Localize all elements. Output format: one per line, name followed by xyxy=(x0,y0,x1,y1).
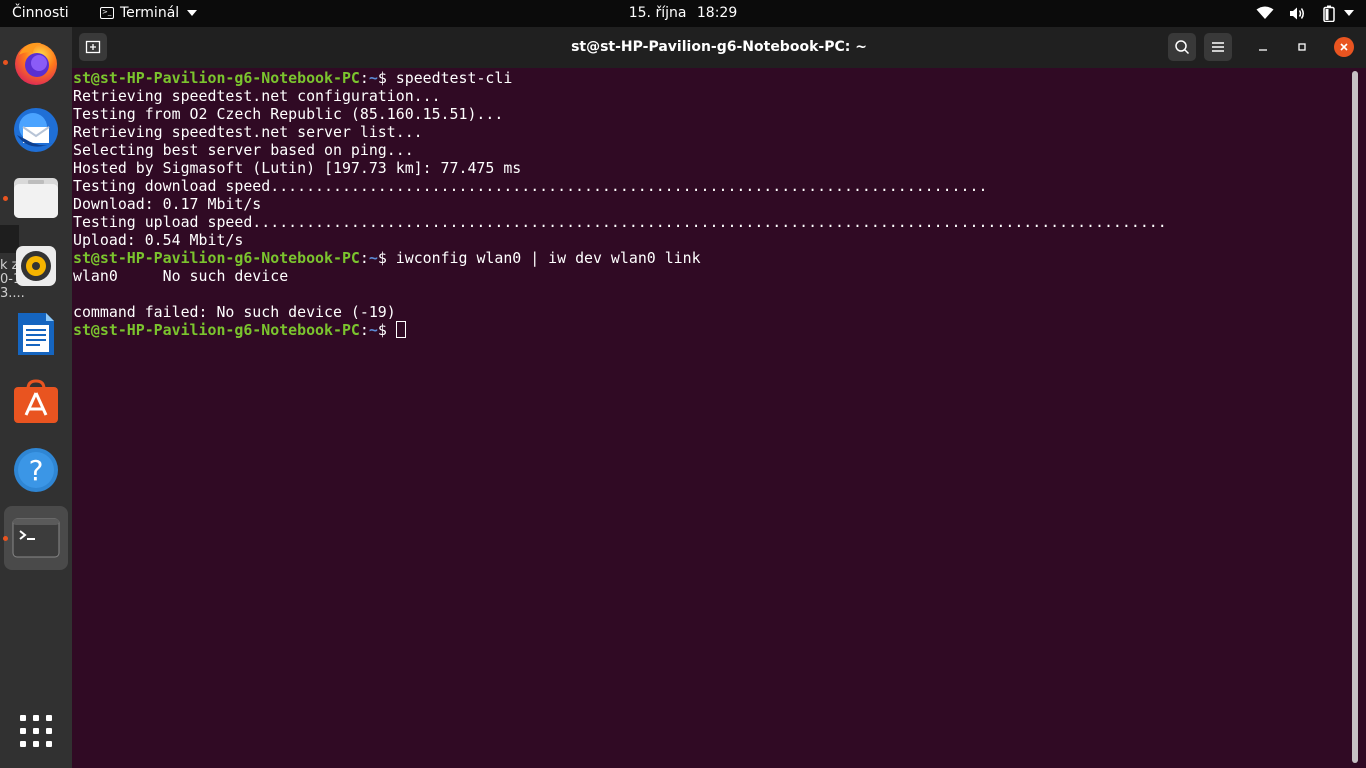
dock-terminal[interactable] xyxy=(3,506,68,570)
running-indicator xyxy=(3,536,8,541)
files-icon xyxy=(14,178,58,218)
dock-ubuntu-software[interactable] xyxy=(4,370,68,434)
dock-rhythmbox[interactable] xyxy=(4,234,68,298)
close-button[interactable] xyxy=(1334,37,1354,57)
rhythmbox-icon xyxy=(16,246,56,286)
terminal-window: st@st-HP-Pavilion-g6-Notebook-PC: ~ st@s… xyxy=(72,27,1366,768)
system-tray[interactable] xyxy=(1256,4,1354,22)
running-indicator xyxy=(3,196,8,201)
prompt-user-host: st@st-HP-Pavilion-g6-Notebook-PC xyxy=(73,69,360,87)
output-line: Testing upload speed....................… xyxy=(73,213,1167,231)
software-store-icon xyxy=(14,379,58,423)
title-bar[interactable]: st@st-HP-Pavilion-g6-Notebook-PC: ~ xyxy=(72,27,1366,68)
chevron-down-icon xyxy=(1344,10,1354,16)
volume-icon xyxy=(1288,4,1306,22)
clock[interactable]: 15. října 18:29 xyxy=(0,5,1366,21)
writer-icon xyxy=(18,313,54,355)
search-button[interactable] xyxy=(1168,33,1196,61)
wifi-icon xyxy=(1256,4,1274,22)
output-line: Download: 0.17 Mbit/s xyxy=(73,195,262,213)
dock-files[interactable] xyxy=(3,166,68,230)
terminal-scrollbar[interactable] xyxy=(1352,71,1358,763)
output-line: Selecting best server based on ping... xyxy=(73,141,414,159)
prompt-user-host: st@st-HP-Pavilion-g6-Notebook-PC xyxy=(73,321,360,339)
grid-dot xyxy=(46,728,52,734)
prompt-path: ~ xyxy=(368,321,378,339)
help-icon: ? xyxy=(14,448,58,492)
prompt-user-host: st@st-HP-Pavilion-g6-Notebook-PC xyxy=(73,249,360,267)
grid-dot xyxy=(20,728,26,734)
clock-date: 15. října xyxy=(628,5,687,21)
grid-dot xyxy=(20,715,26,721)
running-indicator xyxy=(3,60,8,65)
menu-button[interactable] xyxy=(1204,33,1232,61)
prompt-path: ~ xyxy=(368,249,378,267)
dock-thunderbird[interactable] xyxy=(4,98,68,162)
prompt-symbol: $ xyxy=(377,321,387,339)
dock: k z 0-1 3.... ? xyxy=(0,27,72,768)
maximize-button[interactable] xyxy=(1294,39,1310,55)
prompt-line: st@st-HP-Pavilion-g6-Notebook-PC:~$ spee… xyxy=(73,69,513,87)
dock-firefox[interactable] xyxy=(3,30,68,94)
output-line: Testing download speed..................… xyxy=(73,177,988,195)
grid-dot xyxy=(33,715,39,721)
restore-icon xyxy=(1298,43,1306,51)
grid-dot xyxy=(46,715,52,721)
command-text: iwconfig wlan0 | iw dev wlan0 link xyxy=(395,249,701,267)
thunderbird-icon xyxy=(14,108,58,152)
minimize-button[interactable] xyxy=(1255,39,1271,55)
output-line: Hosted by Sigmasoft (Lutin) [197.73 km]:… xyxy=(73,159,522,177)
dock-help[interactable]: ? xyxy=(4,438,68,502)
output-line: Retrieving speedtest.net server list... xyxy=(73,123,423,141)
prompt-symbol: $ xyxy=(377,249,387,267)
output-line: wlan0 No such device xyxy=(73,267,289,285)
clock-time: 18:29 xyxy=(696,5,738,21)
terminal-icon xyxy=(12,518,60,558)
minimize-icon xyxy=(1259,49,1267,51)
command-text: speedtest-cli xyxy=(395,69,513,87)
grid-dot xyxy=(46,741,52,747)
grid-dot xyxy=(33,741,39,747)
grid-dot xyxy=(33,728,39,734)
text-cursor xyxy=(395,321,406,338)
output-line: Retrieving speedtest.net configuration..… xyxy=(73,87,441,105)
hamburger-icon xyxy=(1212,42,1224,52)
prompt-path: ~ xyxy=(368,69,378,87)
prompt-line: st@st-HP-Pavilion-g6-Notebook-PC:~$ xyxy=(73,321,1351,339)
top-bar: Činnosti >_ Terminál 15. října 18:29 xyxy=(0,0,1366,27)
prompt-line: st@st-HP-Pavilion-g6-Notebook-PC:~$ iwco… xyxy=(73,249,701,267)
output-line: Upload: 0.54 Mbit/s xyxy=(73,231,244,249)
svg-text:?: ? xyxy=(29,454,44,487)
prompt-symbol: $ xyxy=(377,69,387,87)
output-line: command failed: No such device (-19) xyxy=(73,303,396,321)
battery-icon xyxy=(1320,4,1338,22)
firefox-icon xyxy=(15,42,57,85)
terminal-output[interactable]: st@st-HP-Pavilion-g6-Notebook-PC:~$ spee… xyxy=(72,69,1350,768)
search-icon xyxy=(1175,40,1190,55)
dock-libreoffice-writer[interactable] xyxy=(4,302,68,366)
close-icon xyxy=(1340,43,1348,51)
grid-dot xyxy=(20,741,26,747)
output-line: Testing from O2 Czech Republic (85.160.1… xyxy=(73,105,504,123)
show-applications-button[interactable] xyxy=(20,715,52,747)
